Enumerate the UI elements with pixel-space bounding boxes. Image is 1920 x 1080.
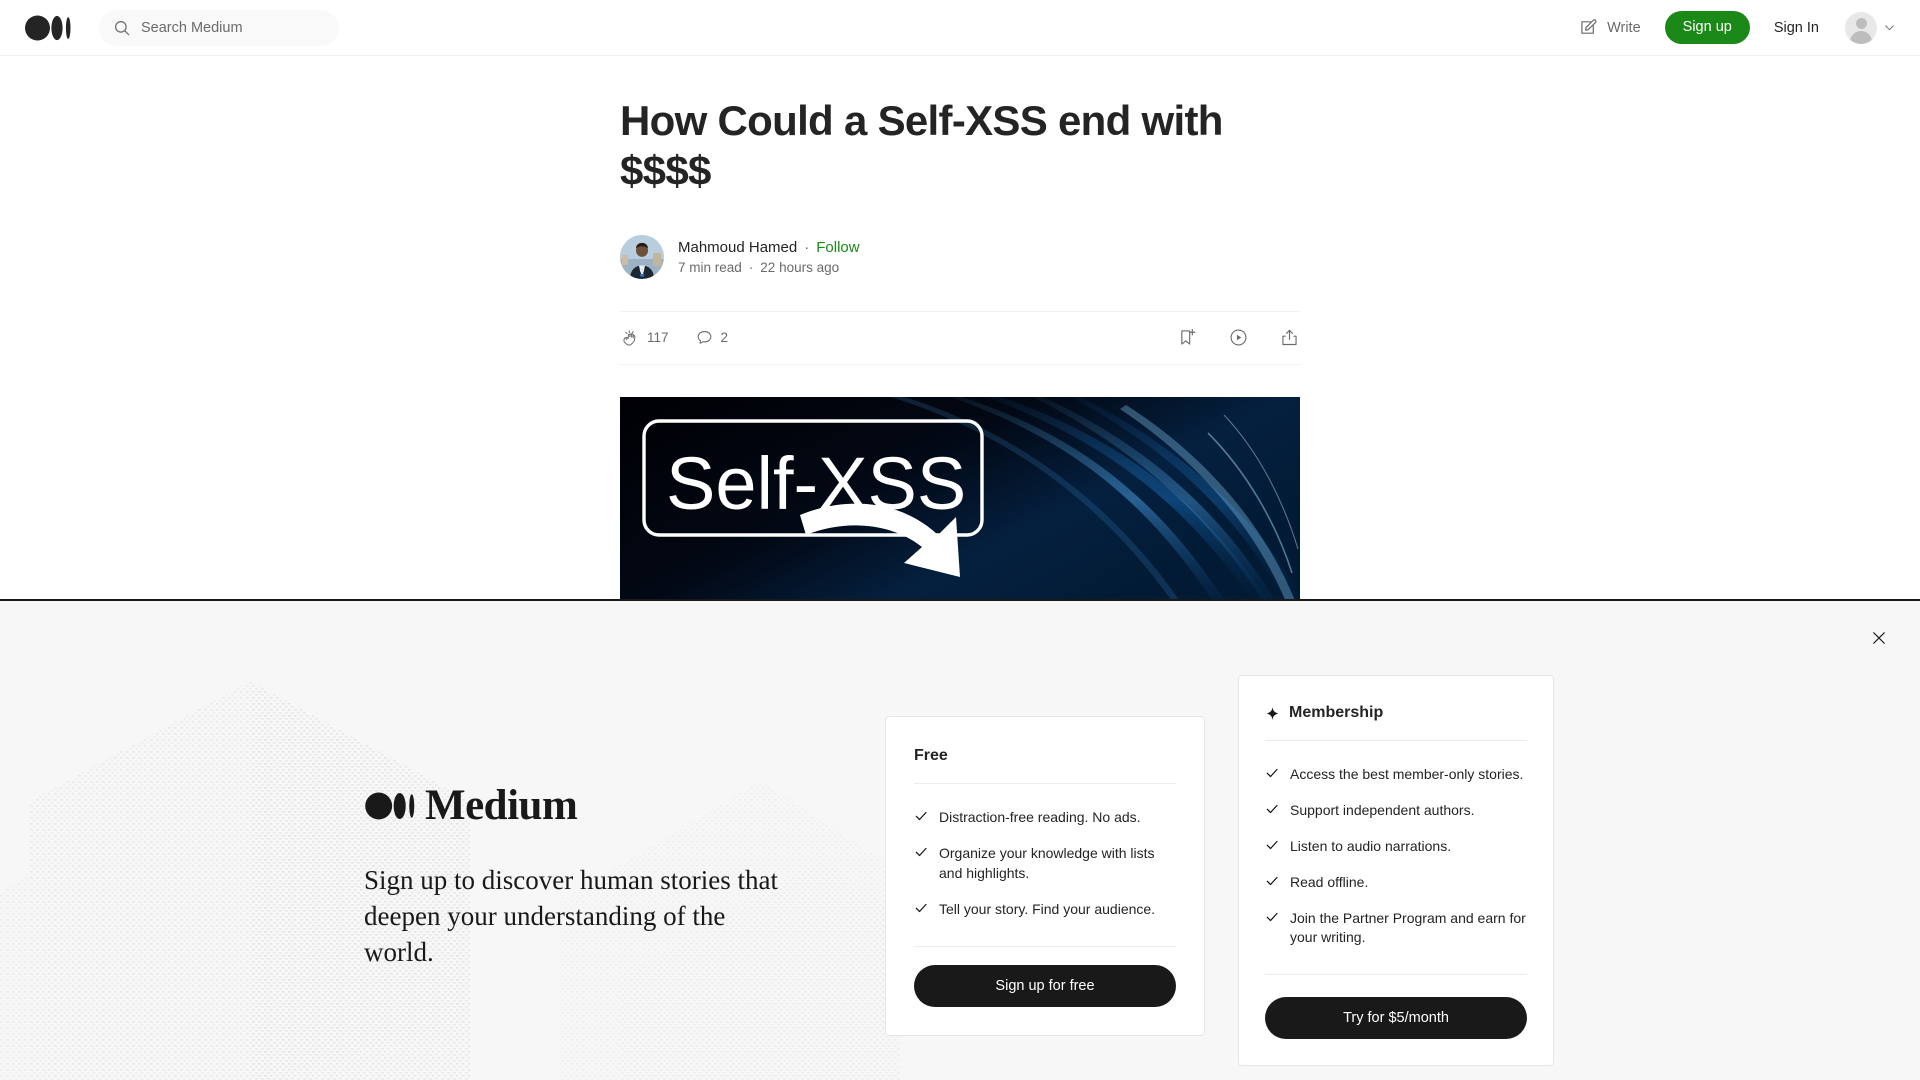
list-item-label: Read offline. <box>1290 873 1369 890</box>
article-hero-image: Self-XSS <box>620 396 1300 607</box>
bookmark-add-icon <box>1181 329 1196 345</box>
article-container: How Could a Self-XSS end with $$$$ Mahmo… <box>0 56 1920 607</box>
membership-plan-card: Membership Access the best member-only s… <box>1238 675 1554 1067</box>
follow-link[interactable]: Follow <box>816 239 859 256</box>
user-avatar-menu[interactable] <box>1845 11 1896 44</box>
share-icon <box>1282 330 1297 346</box>
play-circle-listen-icon <box>1230 329 1247 346</box>
hero-label-text: Self-XSS <box>666 442 966 525</box>
chevron-down-icon <box>1885 25 1894 31</box>
free-plan-features: Distraction-free reading. No ads. Organi… <box>914 800 1176 928</box>
membership-plan-title-text: Membership <box>1289 704 1384 721</box>
list-item: Support independent authors. <box>1265 793 1527 829</box>
header-actions: Write Sign up Sign In <box>1568 11 1896 44</box>
byline: Mahmoud Hamed · Follow 7 min read · 22 h… <box>620 234 1300 279</box>
byline-separator: · <box>804 238 810 256</box>
list-item: Read offline. <box>1265 865 1527 901</box>
list-item-label: Listen to audio narrations. <box>1290 837 1452 854</box>
membership-plan-title: Membership <box>1265 704 1527 722</box>
divider <box>914 945 1176 947</box>
list-item-label: Join the Partner Program and earn for yo… <box>1290 909 1526 946</box>
check-icon <box>915 811 927 821</box>
write-button[interactable]: Write <box>1568 11 1651 44</box>
search-icon <box>115 20 130 35</box>
list-item: Listen to audio narrations. <box>1265 829 1527 865</box>
pencil-write-icon <box>1581 19 1597 34</box>
check-icon <box>915 903 927 912</box>
list-item-label: Distraction-free reading. No ads. <box>939 809 1141 825</box>
author-name[interactable]: Mahmoud Hamed <box>678 239 797 256</box>
list-item-label: Organize your knowledge with lists and h… <box>939 844 1155 881</box>
check-icon <box>1266 768 1278 778</box>
free-plan-card: Free Distraction-free reading. No ads. O… <box>885 716 1205 1036</box>
search-box[interactable] <box>99 9 339 46</box>
medium-brand: Medium <box>364 784 794 827</box>
list-item-label: Access the best member-only stories. <box>1290 766 1524 782</box>
membership-plan-features: Access the best member-only stories. Sup… <box>1265 757 1527 956</box>
signup-banner: Medium Sign up to discover human stories… <box>0 599 1920 1080</box>
read-time: 7 min read <box>678 259 742 275</box>
try-membership-button[interactable]: Try for $5/month <box>1265 997 1527 1040</box>
free-plan-title: Free <box>914 747 1176 765</box>
divider <box>914 783 1176 784</box>
author-avatar[interactable] <box>620 234 664 279</box>
medium-logo[interactable] <box>25 14 73 42</box>
listen-button[interactable] <box>1228 327 1249 348</box>
list-item: Access the best member-only stories. <box>1265 757 1527 793</box>
meta-separator: · <box>748 259 754 275</box>
search-input[interactable] <box>141 19 325 36</box>
signup-free-button[interactable]: Sign up for free <box>914 964 1176 1007</box>
comment-button[interactable]: 2 <box>695 328 729 347</box>
list-item-label: Support independent authors. <box>1290 801 1475 818</box>
hero-graphic: Self-XSS <box>620 396 1300 607</box>
site-header: Write Sign up Sign In <box>0 0 1920 56</box>
check-icon <box>1266 840 1278 849</box>
engagement-bar: 117 2 <box>620 310 1300 365</box>
check-icon <box>1266 876 1278 885</box>
sparkle-star-icon <box>1266 706 1279 720</box>
free-plan-title-text: Free <box>914 747 948 764</box>
divider <box>1265 740 1527 741</box>
list-item-label: Tell your story. Find your audience. <box>939 900 1156 917</box>
clap-count: 117 <box>647 330 669 346</box>
save-button[interactable] <box>1177 327 1198 348</box>
list-item: Join the Partner Program and earn for yo… <box>1265 901 1527 957</box>
promo-text-block: Medium Sign up to discover human stories… <box>364 784 794 971</box>
comment-icon <box>697 331 711 345</box>
list-item: Distraction-free reading. No ads. <box>914 800 1176 836</box>
promo-tagline: Sign up to discover human stories that d… <box>364 865 778 967</box>
medium-logo-icon <box>365 792 415 819</box>
clap-icon <box>623 330 636 346</box>
write-label: Write <box>1607 19 1641 36</box>
page-title: How Could a Self-XSS end with $$$$ <box>620 97 1223 195</box>
comment-count: 2 <box>720 330 729 346</box>
check-icon <box>1266 912 1278 921</box>
signin-button[interactable]: Sign In <box>1758 12 1835 44</box>
author-avatar-photo <box>620 234 664 279</box>
list-item: Organize your knowledge with lists and h… <box>914 836 1176 892</box>
check-icon <box>1266 804 1278 814</box>
clap-button[interactable]: 117 <box>620 328 669 348</box>
medium-logo-icon <box>25 15 71 40</box>
user-avatar-placeholder <box>1845 11 1877 44</box>
divider <box>1265 974 1527 976</box>
check-icon <box>915 847 927 857</box>
signup-button[interactable]: Sign up <box>1664 11 1750 44</box>
list-item: Tell your story. Find your audience. <box>914 892 1176 928</box>
share-button[interactable] <box>1279 327 1300 348</box>
published-time: 22 hours ago <box>760 259 840 275</box>
medium-wordmark: Medium <box>425 782 578 829</box>
